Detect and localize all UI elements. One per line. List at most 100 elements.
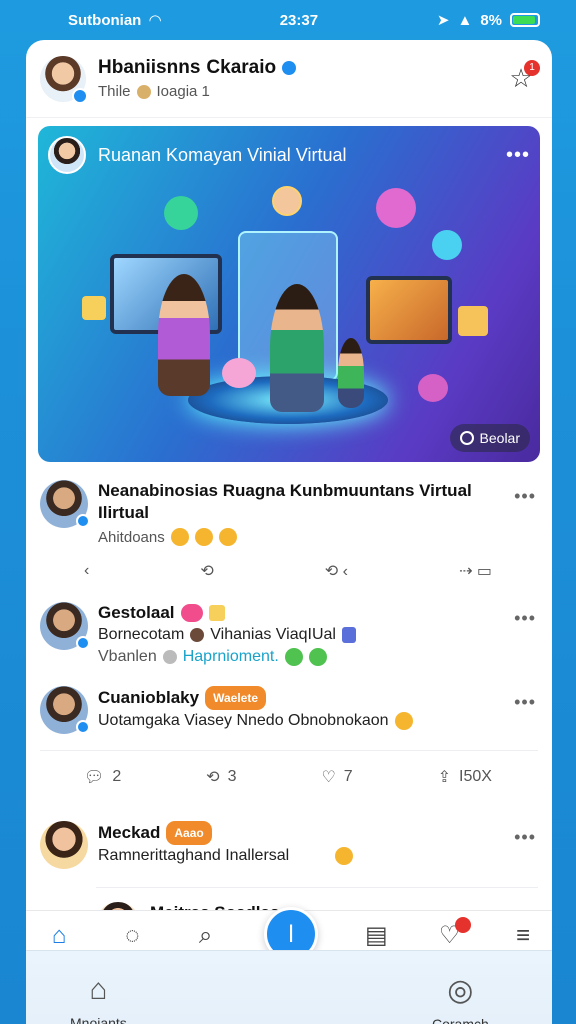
more-icon[interactable]: ••• [506, 144, 530, 167]
post-3-actions: 💬︎ 2 ⟲ 3 ♡ 7 ⇪ I50X [26, 751, 552, 803]
note-icon [208, 605, 225, 621]
clock-icon [162, 650, 177, 664]
post-author[interactable]: Gestolaal [98, 602, 175, 624]
more-icon[interactable]: ••• [514, 827, 536, 848]
location-dot-icon [136, 84, 151, 99]
post-2[interactable]: Gestolaal Bornecotam Vihanias ViaqIUal V… [26, 602, 552, 668]
verified-icon [282, 61, 297, 75]
emoji-icon [194, 528, 213, 546]
carrier-label: Sutbonian [68, 11, 142, 29]
avatar[interactable] [40, 821, 88, 869]
hero-action-button[interactable]: Beolar [449, 424, 530, 452]
tab-library[interactable]: ▤ [361, 921, 391, 951]
like-button[interactable]: ♡ 7 [321, 767, 352, 787]
subtitle-suffix: Ioagia 1 [156, 83, 210, 100]
repost-icon[interactable]: ⟲ [200, 561, 213, 581]
compose-icon: ⏽ [280, 917, 302, 948]
hero-title: Ruanan Komayan Vinial Virtual [98, 144, 347, 165]
post-subtitle-row: Ahitdoans [98, 528, 538, 546]
refresh-icon[interactable]: ⟲ ‹ [325, 561, 348, 581]
favorite-button[interactable]: ☆ 1 [504, 59, 540, 96]
person-icon [190, 628, 205, 642]
emoji-icon [335, 847, 354, 865]
post-tag: Aaao [166, 821, 212, 845]
repost-icon: ⟲ [206, 769, 220, 786]
frog-emoji-icon [308, 648, 327, 666]
hero-top: Ruanan Komayan Vinial Virtual ••• [48, 136, 530, 174]
bottom-dock: ⌂ Mnoiants ◎ Coramch [26, 950, 552, 1024]
share-icon[interactable]: ⇢ ▭ [459, 561, 492, 581]
tab-favorites[interactable]: ♡ [435, 916, 471, 951]
dock-home-label: Mnoiants [70, 1015, 127, 1024]
sticky-note-icon [82, 296, 106, 320]
profile-name[interactable]: Hbaniisnns [98, 57, 200, 79]
more-icon[interactable]: ••• [514, 486, 536, 507]
more-icon[interactable]: ••• [514, 692, 536, 713]
verified-badge-icon [76, 514, 90, 528]
battery-icon [510, 13, 540, 27]
post-text-left: Bornecotam [98, 626, 185, 643]
chat-icon: ◌ [125, 921, 140, 949]
status-right: ➤ ▲ 8% [437, 11, 540, 29]
repost-button[interactable]: ⟲ 3 [206, 767, 236, 787]
location-icon: ➤ [436, 12, 450, 29]
profile-name-row: Hbaniisnns Ckaraio [98, 57, 504, 79]
post-4[interactable]: Meckad Aaao Ramnerittaghand Inallersal •… [26, 821, 552, 869]
woman-illustration [158, 274, 210, 396]
post-name-row: Gestolaal [98, 602, 538, 624]
post-subtitle: Ahitdoans [98, 528, 165, 546]
man-illustration [270, 284, 324, 412]
hero-avatar[interactable] [48, 136, 86, 174]
feed-card: Hbaniisnns Ckaraio Thile Ioagia 1 ☆ 1 Ru… [26, 40, 552, 1024]
post-row: Neanabinosias Ruagna Kunbmuuntans Virtua… [40, 480, 538, 546]
avatar[interactable] [40, 480, 90, 528]
post-meta: Vbanlen [98, 648, 157, 665]
subtitle-prefix: Thile [98, 83, 131, 100]
house-icon: ⌂ [89, 973, 108, 1006]
box-icon [458, 306, 488, 336]
post-author[interactable]: Meckad [98, 822, 160, 844]
avatar[interactable] [40, 602, 90, 650]
tab-menu[interactable]: ≡ [508, 921, 538, 951]
tab-search[interactable]: ⌕ [191, 921, 221, 951]
profile-text: Hbaniisnns Ckaraio Thile Ioagia 1 [98, 57, 504, 100]
status-bar: Sutbonian ◠ 23:37 ➤ ▲ 8% [0, 0, 576, 40]
comment-button[interactable]: 💬︎ 2 [84, 767, 121, 787]
share-button[interactable]: ⇪ I50X [438, 767, 492, 787]
dock-search-label: Coramch [432, 1016, 489, 1024]
post-1[interactable]: Neanabinosias Ruagna Kunbmuuntans Virtua… [26, 480, 552, 546]
profile-avatar[interactable] [40, 55, 88, 104]
dock-home[interactable]: ⌂ Mnoiants [70, 973, 127, 1024]
tab-messages[interactable]: ◌ [117, 921, 147, 951]
post-body: Meckad Aaao Ramnerittaghand Inallersal [98, 821, 538, 867]
menu-icon: ≡ [515, 921, 530, 949]
post-author[interactable]: Cuanioblaky [98, 687, 199, 709]
dock-search[interactable]: ◎ Coramch [432, 973, 489, 1024]
post-text-row: Bornecotam Vihanias ViaqIUal [98, 624, 538, 646]
signal-icon: ▲ [457, 11, 473, 29]
post-3[interactable]: Cuanioblaky Waelete Uotamgaka Viasey Nne… [26, 686, 552, 734]
post-row: Meckad Aaao Ramnerittaghand Inallersal [40, 821, 538, 869]
search-icon: ⌕ [198, 921, 213, 949]
notification-badge [454, 916, 471, 933]
post-text-right: Vihanias ViaqIUal [210, 626, 336, 643]
profile-header: Hbaniisnns Ckaraio Thile Ioagia 1 ☆ 1 [26, 40, 552, 118]
post-title: Neanabinosias Ruagna Kunbmuuntans Virtua… [98, 481, 472, 522]
avatar[interactable] [40, 686, 90, 734]
hero-action-label: Beolar [479, 430, 520, 446]
post-link-row: Vbanlen Haprnioment. [98, 646, 538, 668]
profile-name-suffix: Ckaraio [206, 57, 277, 78]
back-icon[interactable]: ‹ [84, 562, 89, 580]
more-icon[interactable]: ••• [514, 608, 536, 629]
hero-banner[interactable]: Ruanan Komayan Vinial Virtual ••• Beolar [38, 126, 540, 462]
tab-home[interactable]: ⌂ [44, 921, 74, 951]
heart-icon: ♡ [321, 769, 336, 786]
right-screen-illustration [366, 276, 452, 344]
post-text: Uotamgaka Viasey Nnedo Obnobnokaon [98, 712, 389, 729]
post-text: Ramnerittaghand Inallersal [98, 847, 290, 864]
post-link[interactable]: Haprnioment. [183, 646, 279, 668]
home-icon: ⌂ [51, 921, 67, 949]
status-left: Sutbonian ◠ [68, 11, 161, 30]
post-tag: Waelete [205, 686, 266, 710]
globe-bubble-icon [432, 230, 462, 260]
